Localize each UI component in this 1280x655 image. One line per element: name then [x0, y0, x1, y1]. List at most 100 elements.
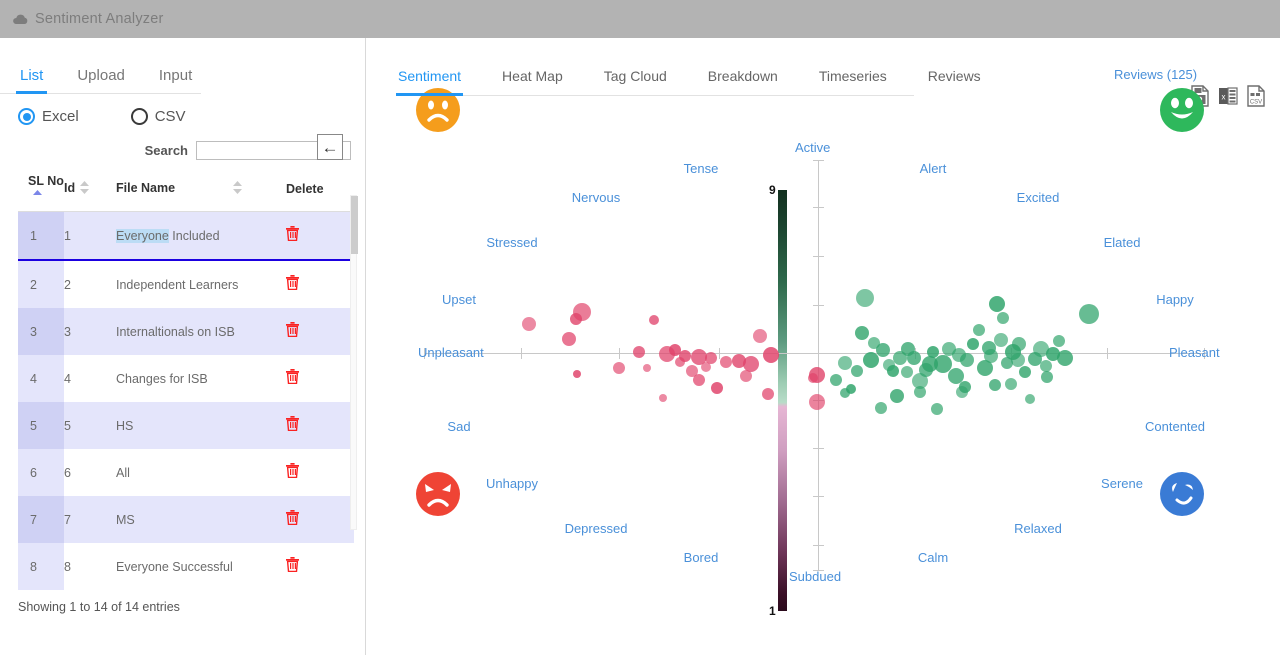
data-point[interactable] — [989, 379, 1001, 391]
data-point[interactable] — [1079, 304, 1099, 324]
table-row[interactable]: 1 1 Everyone Included — [18, 211, 354, 261]
back-button[interactable]: ← — [317, 134, 343, 160]
col-header-filename[interactable]: File Name — [116, 170, 286, 212]
radio-csv-label: CSV — [154, 108, 186, 125]
data-point[interactable] — [840, 388, 850, 398]
trash-icon[interactable] — [286, 226, 299, 245]
data-point[interactable] — [887, 365, 899, 377]
table-row[interactable]: 8 8 Everyone Successful — [18, 543, 354, 590]
data-point[interactable] — [649, 315, 659, 325]
trash-icon[interactable] — [286, 463, 299, 482]
trash-icon[interactable] — [286, 557, 299, 576]
trash-icon[interactable] — [286, 275, 299, 294]
cell-slno: 4 — [18, 355, 64, 402]
data-point[interactable] — [705, 352, 717, 364]
trash-icon[interactable] — [286, 369, 299, 388]
cell-slno: 7 — [18, 496, 64, 543]
data-point[interactable] — [1041, 371, 1053, 383]
data-point[interactable] — [693, 374, 705, 386]
table-row[interactable]: 7 7 MS — [18, 496, 354, 543]
export-csv-icon[interactable]: CSV — [1246, 85, 1266, 107]
trash-icon[interactable] — [286, 322, 299, 341]
data-point[interactable] — [952, 348, 966, 362]
data-point[interactable] — [679, 350, 691, 362]
tab-heat-map[interactable]: Heat Map — [502, 68, 563, 96]
data-point[interactable] — [989, 296, 1005, 312]
arrow-left-icon: ← — [321, 137, 339, 157]
data-point[interactable] — [720, 356, 732, 368]
tab-timeseries[interactable]: Timeseries — [819, 68, 887, 96]
data-point[interactable] — [997, 312, 1009, 324]
col-label-id: Id — [64, 181, 76, 195]
data-point[interactable] — [973, 324, 985, 336]
data-point[interactable] — [743, 356, 759, 372]
data-point[interactable] — [1012, 337, 1026, 351]
data-point[interactable] — [562, 332, 576, 346]
data-point[interactable] — [573, 370, 581, 378]
data-point[interactable] — [922, 356, 938, 372]
tab-list[interactable]: List — [15, 67, 61, 94]
data-point[interactable] — [633, 346, 645, 358]
data-point[interactable] — [994, 333, 1008, 347]
data-point[interactable] — [809, 367, 825, 383]
data-point[interactable] — [959, 381, 971, 393]
data-point[interactable] — [967, 338, 979, 350]
data-point[interactable] — [522, 317, 536, 331]
data-point[interactable] — [570, 313, 582, 325]
data-point[interactable] — [762, 388, 774, 400]
trash-icon[interactable] — [286, 510, 299, 529]
data-point[interactable] — [1040, 360, 1052, 372]
col-header-slno[interactable]: SL No — [18, 170, 64, 212]
trash-icon[interactable] — [286, 416, 299, 435]
data-point[interactable] — [875, 402, 887, 414]
table-scrollbar-thumb[interactable] — [351, 196, 358, 254]
tab-upload[interactable]: Upload — [75, 67, 143, 93]
data-point[interactable] — [1053, 335, 1065, 347]
data-point[interactable] — [838, 356, 852, 370]
data-point[interactable] — [890, 389, 904, 403]
data-point[interactable] — [830, 374, 842, 386]
data-point[interactable] — [659, 394, 667, 402]
data-point[interactable] — [763, 347, 779, 363]
table-row[interactable]: 6 6 All — [18, 449, 354, 496]
data-point[interactable] — [982, 341, 996, 355]
data-point[interactable] — [876, 343, 890, 357]
data-point[interactable] — [711, 382, 723, 394]
data-point[interactable] — [856, 289, 874, 307]
data-point[interactable] — [914, 386, 926, 398]
data-point[interactable] — [1025, 394, 1035, 404]
table-row[interactable]: 5 5 HS — [18, 402, 354, 449]
data-point[interactable] — [931, 403, 943, 415]
data-point[interactable] — [1011, 353, 1025, 367]
table-row[interactable]: 2 2 Independent Learners — [18, 260, 354, 308]
radio-csv[interactable]: CSV — [130, 108, 186, 125]
radio-excel[interactable]: Excel — [18, 108, 79, 125]
data-point[interactable] — [855, 326, 869, 340]
cloud-icon — [12, 14, 28, 25]
tab-breakdown[interactable]: Breakdown — [708, 68, 778, 96]
cell-id: 7 — [64, 512, 71, 527]
emotion-label-excited: Excited — [1016, 190, 1060, 205]
table-row[interactable]: 4 4 Changes for ISB — [18, 355, 354, 402]
data-point[interactable] — [863, 352, 879, 368]
data-point[interactable] — [643, 364, 651, 372]
cell-delete — [286, 449, 354, 496]
export-excel-icon[interactable]: x — [1218, 85, 1238, 107]
data-point[interactable] — [809, 394, 825, 410]
table-scrollbar[interactable] — [350, 195, 358, 530]
tab-reviews[interactable]: Reviews — [928, 68, 981, 96]
data-point[interactable] — [901, 366, 913, 378]
data-point[interactable] — [1005, 378, 1017, 390]
data-point[interactable] — [893, 351, 907, 365]
tab-tag-cloud[interactable]: Tag Cloud — [604, 68, 667, 96]
table-row[interactable]: 3 3 Internaltionals on ISB — [18, 308, 354, 355]
data-point[interactable] — [613, 362, 625, 374]
data-point[interactable] — [753, 329, 767, 343]
text-selection: Everyone — [116, 228, 169, 243]
data-point[interactable] — [851, 365, 863, 377]
sort-both-icon — [233, 181, 243, 197]
col-header-id[interactable]: Id — [64, 170, 116, 212]
data-point[interactable] — [1057, 350, 1073, 366]
data-point[interactable] — [1019, 366, 1031, 378]
tab-input[interactable]: Input — [157, 67, 210, 93]
